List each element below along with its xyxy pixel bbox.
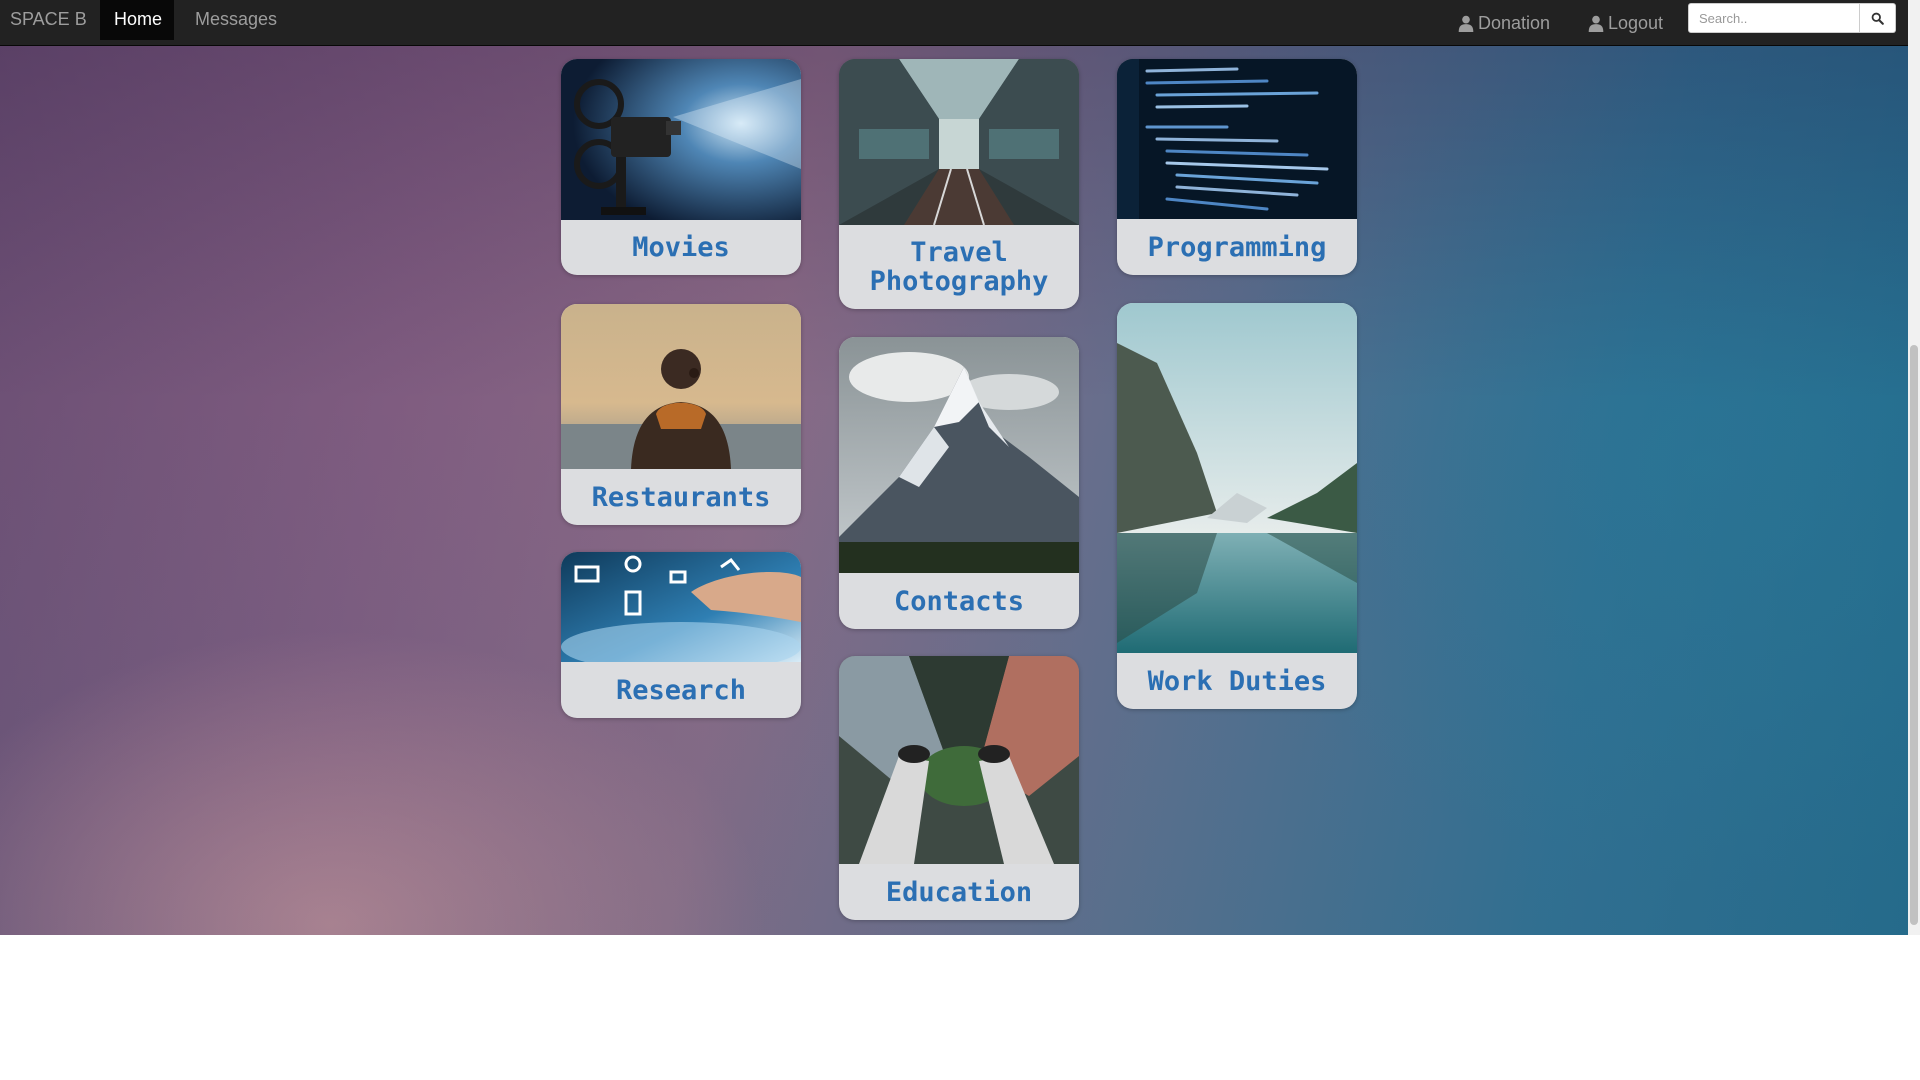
card-label-travel: Travel [910,237,1008,268]
programming-image [1117,59,1357,219]
nav-messages[interactable]: Messages [181,0,291,40]
card-label-photography: Photography [869,266,1049,297]
card-travel-photography[interactable]: Travel Photography [839,59,1079,309]
card-label-research: Research [615,674,747,706]
search-input[interactable] [1688,3,1860,33]
card-contacts[interactable]: Contacts [839,337,1079,629]
card-education[interactable]: Education [839,656,1079,920]
page-scrollbar[interactable] [1908,0,1920,935]
restaurants-image [561,304,801,469]
nav-home[interactable]: Home [100,0,174,40]
top-navbar: SPACE B Home Messages Donation Logout [0,0,1908,46]
card-programming[interactable]: Programming [1117,59,1357,275]
work-duties-image [1117,303,1357,653]
card-restaurants[interactable]: Restaurants [561,304,801,525]
user-icon [1588,15,1604,32]
card-research[interactable]: Research [561,552,801,718]
card-label-education: Education [885,876,1033,908]
card-label-work-duties: Work Duties [1147,665,1327,697]
movies-image [561,59,801,220]
search-form [1688,3,1896,33]
nav-logout[interactable]: Logout [1587,0,1663,45]
nav-donation[interactable]: Donation [1457,0,1550,45]
card-movies[interactable]: Movies [561,59,801,275]
card-label-contacts: Contacts [893,585,1025,617]
user-icon [1458,15,1474,32]
card-label-movies: Movies [632,232,730,263]
search-icon [1871,12,1884,25]
education-image [839,656,1079,864]
nav-logout-label: Logout [1608,12,1664,33]
card-label-restaurants: Restaurants [591,481,771,513]
research-image [561,552,801,662]
contacts-image [839,337,1079,573]
nav-donation-label: Donation [1478,12,1551,33]
card-label-programming: Programming [1147,231,1327,263]
brand-link[interactable]: SPACE B [10,0,87,40]
card-label-travel-photography: Travel Photography [839,225,1079,309]
card-work-duties[interactable]: Work Duties [1117,303,1357,709]
search-button[interactable] [1860,3,1896,33]
travel-photography-image [839,59,1079,225]
scrollbar-thumb[interactable] [1910,345,1918,925]
